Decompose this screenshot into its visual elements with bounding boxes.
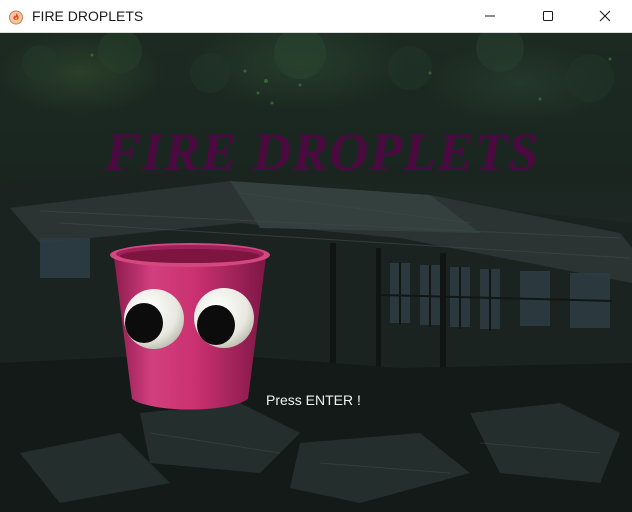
window-title: FIRE DROPLETS	[32, 8, 144, 24]
press-enter-prompt: Press ENTER !	[266, 392, 361, 408]
maximize-icon	[543, 11, 553, 21]
close-icon	[599, 10, 610, 22]
bucket-character	[110, 243, 270, 410]
fire-app-icon	[9, 10, 23, 25]
game-title: FIRE DROPLETS	[104, 122, 540, 182]
title-bar[interactable]: FIRE DROPLETS	[0, 0, 632, 33]
haunted-house-background	[0, 33, 632, 512]
game-canvas[interactable]: FIRE DROPLETS Press ENTER !	[0, 33, 632, 512]
minimize-icon	[485, 15, 495, 17]
minimize-button[interactable]	[461, 0, 519, 32]
maximize-button[interactable]	[519, 0, 577, 32]
close-button[interactable]	[577, 0, 632, 32]
game-window: FIRE DROPLETS FIRE DROPLETS Press ENTER …	[0, 0, 632, 512]
